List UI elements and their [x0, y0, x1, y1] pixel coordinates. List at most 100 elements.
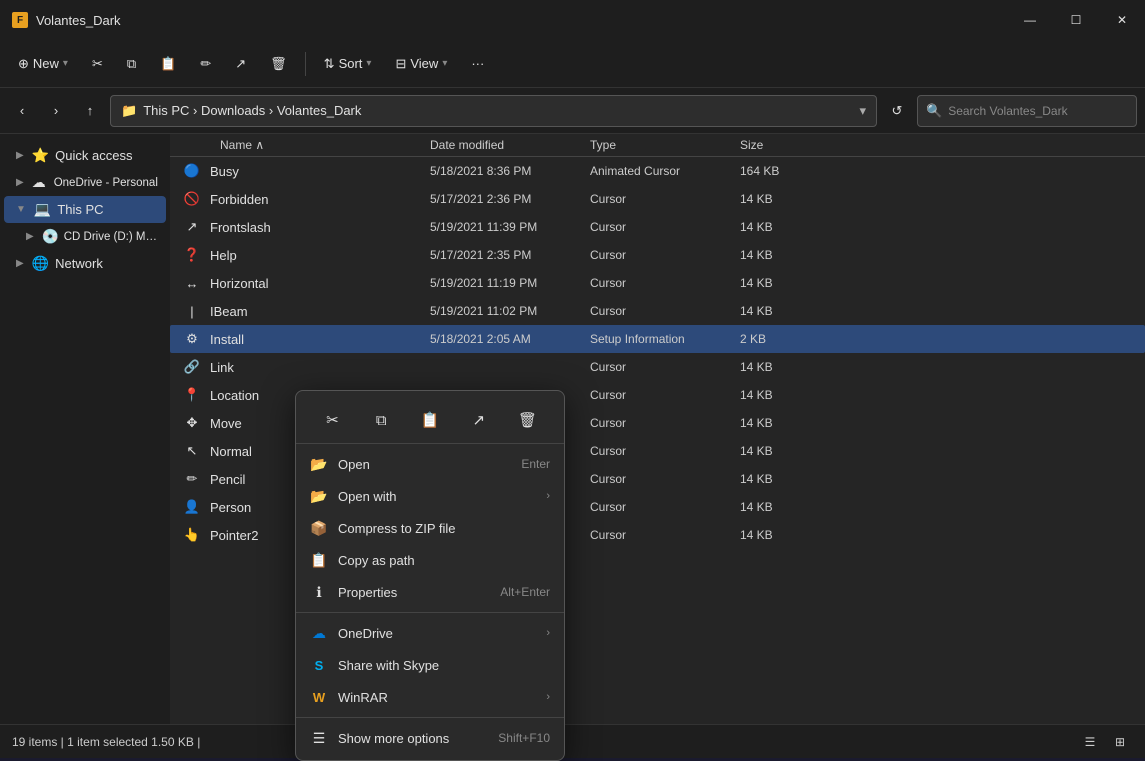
file-name: Frontslash — [210, 220, 430, 235]
file-size: 14 KB — [740, 528, 820, 542]
ctx-open-label: Open — [338, 457, 511, 472]
ctx-open-with-arrow-icon: › — [546, 490, 550, 502]
search-box[interactable]: 🔍 Search Volantes_Dark — [917, 95, 1137, 127]
file-row[interactable]: ❓ Help 5/17/2021 2:35 PM Cursor 14 KB — [170, 241, 1145, 269]
more-button[interactable]: ··· — [461, 50, 494, 77]
file-date: 5/17/2021 2:36 PM — [430, 192, 590, 206]
onedrive-icon: ☁ — [32, 174, 48, 191]
view-button[interactable]: ⊟ View ▾ — [385, 50, 457, 78]
file-icon: ↗ — [182, 217, 202, 237]
ctx-compress-icon: 📦 — [310, 519, 328, 537]
sort-button[interactable]: ⇅ Sort ▾ — [314, 50, 382, 78]
this-pc-icon: 💻 — [34, 201, 51, 218]
ctx-open-item[interactable]: 📂 Open Enter — [296, 448, 564, 480]
ctx-separator-1 — [296, 612, 564, 613]
file-row[interactable]: | IBeam 5/19/2021 11:02 PM Cursor 14 KB — [170, 297, 1145, 325]
share-button[interactable]: ↗ — [225, 50, 256, 78]
file-row-install[interactable]: ⚙ Install 5/18/2021 2:05 AM Setup Inform… — [170, 325, 1145, 353]
delete-icon: 🗑 — [270, 56, 287, 72]
file-row[interactable]: 🔗 Link Cursor 14 KB — [170, 353, 1145, 381]
sidebar-item-label: OneDrive - Personal — [54, 177, 158, 189]
ctx-properties-item[interactable]: ℹ Properties Alt+Enter — [296, 576, 564, 608]
file-icon: ↖ — [182, 441, 202, 461]
sidebar-item-network[interactable]: ▶ 🌐 Network — [4, 250, 166, 277]
cut-button[interactable]: ✂ — [82, 50, 113, 78]
folder-icon: 📁 — [121, 103, 137, 119]
forward-button[interactable]: › — [42, 97, 70, 125]
up-button[interactable]: ↑ — [76, 97, 104, 125]
file-size: 14 KB — [740, 500, 820, 514]
ctx-paste-button[interactable]: 📋 — [413, 403, 447, 437]
file-size: 14 KB — [740, 416, 820, 430]
ctx-open-with-label: Open with — [338, 489, 536, 504]
ctx-cut-button[interactable]: ✂ — [315, 403, 349, 437]
file-icon: ✏ — [182, 469, 202, 489]
col-type-header[interactable]: Type — [590, 138, 740, 152]
delete-button[interactable]: 🗑 — [260, 50, 297, 78]
ctx-winrar-arrow-icon: › — [546, 691, 550, 703]
file-size: 14 KB — [740, 472, 820, 486]
grid-view-button[interactable]: ⊞ — [1107, 729, 1133, 755]
ctx-more-options-item[interactable]: ☰ Show more options Shift+F10 — [296, 722, 564, 754]
ctx-compress-zip-item[interactable]: 📦 Compress to ZIP file — [296, 512, 564, 544]
paste-button[interactable]: 📋 — [150, 50, 186, 78]
sidebar-item-onedrive[interactable]: ▶ ☁ OneDrive - Personal — [4, 169, 166, 196]
ctx-open-shortcut: Enter — [521, 457, 550, 471]
sort-chevron-icon: ▾ — [366, 58, 371, 69]
file-type: Cursor — [590, 276, 740, 290]
minimize-button[interactable]: — — [1007, 0, 1053, 40]
file-date: 5/19/2021 11:02 PM — [430, 304, 590, 318]
file-row[interactable]: ↔ Horizontal 5/19/2021 11:19 PM Cursor 1… — [170, 269, 1145, 297]
file-type: Cursor — [590, 220, 740, 234]
ctx-copy-path-item[interactable]: 📋 Copy as path — [296, 544, 564, 576]
ctx-copy-path-icon: 📋 — [310, 551, 328, 569]
col-date-header[interactable]: Date modified — [430, 138, 590, 152]
paste-icon: 📋 — [160, 56, 176, 72]
address-input[interactable]: 📁 This PC › Downloads › Volantes_Dark ▾ — [110, 95, 877, 127]
col-size-header[interactable]: Size — [740, 138, 820, 152]
file-row[interactable]: ↗ Frontslash 5/19/2021 11:39 PM Cursor 1… — [170, 213, 1145, 241]
ctx-share-button[interactable]: ↗ — [462, 403, 496, 437]
file-icon: ✥ — [182, 413, 202, 433]
file-date: 5/19/2021 11:19 PM — [430, 276, 590, 290]
sidebar-item-this-pc[interactable]: ▼ 💻 This PC — [4, 196, 166, 223]
maximize-button[interactable]: ☐ — [1053, 0, 1099, 40]
context-menu-icon-bar: ✂ ⧉ 📋 ↗ 🗑 — [296, 397, 564, 444]
new-button[interactable]: ⊕ New ▾ — [8, 50, 78, 78]
sidebar-item-quick-access[interactable]: ▶ ⭐ Quick access — [4, 142, 166, 169]
rename-button[interactable]: ✏ — [190, 50, 221, 78]
list-view-button[interactable]: ☰ — [1077, 729, 1103, 755]
ctx-copy-icon: ⧉ — [376, 412, 387, 429]
file-type: Cursor — [590, 360, 740, 374]
status-bar: 19 items | 1 item selected 1.50 KB | ☰ ⊞ — [0, 724, 1145, 758]
file-type: Cursor — [590, 248, 740, 262]
ctx-open-with-item[interactable]: 📂 Open with › — [296, 480, 564, 512]
ctx-onedrive-item[interactable]: ☁ OneDrive › — [296, 617, 564, 649]
context-menu: ✂ ⧉ 📋 ↗ 🗑 📂 Open Enter 📂 Open with › 📦 C… — [295, 390, 565, 761]
ctx-delete-button[interactable]: 🗑 — [511, 403, 545, 437]
file-icon: 🚫 — [182, 189, 202, 209]
cd-drive-icon: 💿 — [42, 228, 58, 245]
ctx-properties-shortcut: Alt+Enter — [500, 585, 550, 599]
file-name: IBeam — [210, 304, 430, 319]
ctx-winrar-item[interactable]: W WinRAR › — [296, 681, 564, 713]
file-name: Install — [210, 332, 430, 347]
sidebar-item-cd-drive[interactable]: ▶ 💿 CD Drive (D:) Mobile... — [4, 223, 166, 250]
close-button[interactable]: ✕ — [1099, 0, 1145, 40]
cd-drive-expand-icon: ▶ — [26, 231, 34, 242]
ctx-skype-item[interactable]: S Share with Skype — [296, 649, 564, 681]
copy-button[interactable]: ⧉ — [117, 50, 146, 78]
ctx-separator-2 — [296, 717, 564, 718]
back-button[interactable]: ‹ — [8, 97, 36, 125]
ctx-copy-button[interactable]: ⧉ — [364, 403, 398, 437]
file-row[interactable]: 🚫 Forbidden 5/17/2021 2:36 PM Cursor 14 … — [170, 185, 1145, 213]
file-type: Cursor — [590, 192, 740, 206]
refresh-button[interactable]: ↺ — [883, 97, 911, 125]
view-chevron-icon: ▾ — [442, 58, 447, 69]
file-icon: ↔ — [182, 273, 202, 293]
file-row[interactable]: 🔵 Busy 5/18/2021 8:36 PM Animated Cursor… — [170, 157, 1145, 185]
ctx-properties-label: Properties — [338, 585, 490, 600]
title-controls: — ☐ ✕ — [1007, 0, 1145, 40]
col-name-header[interactable]: Name ∧ — [170, 138, 430, 152]
file-icon: ❓ — [182, 245, 202, 265]
